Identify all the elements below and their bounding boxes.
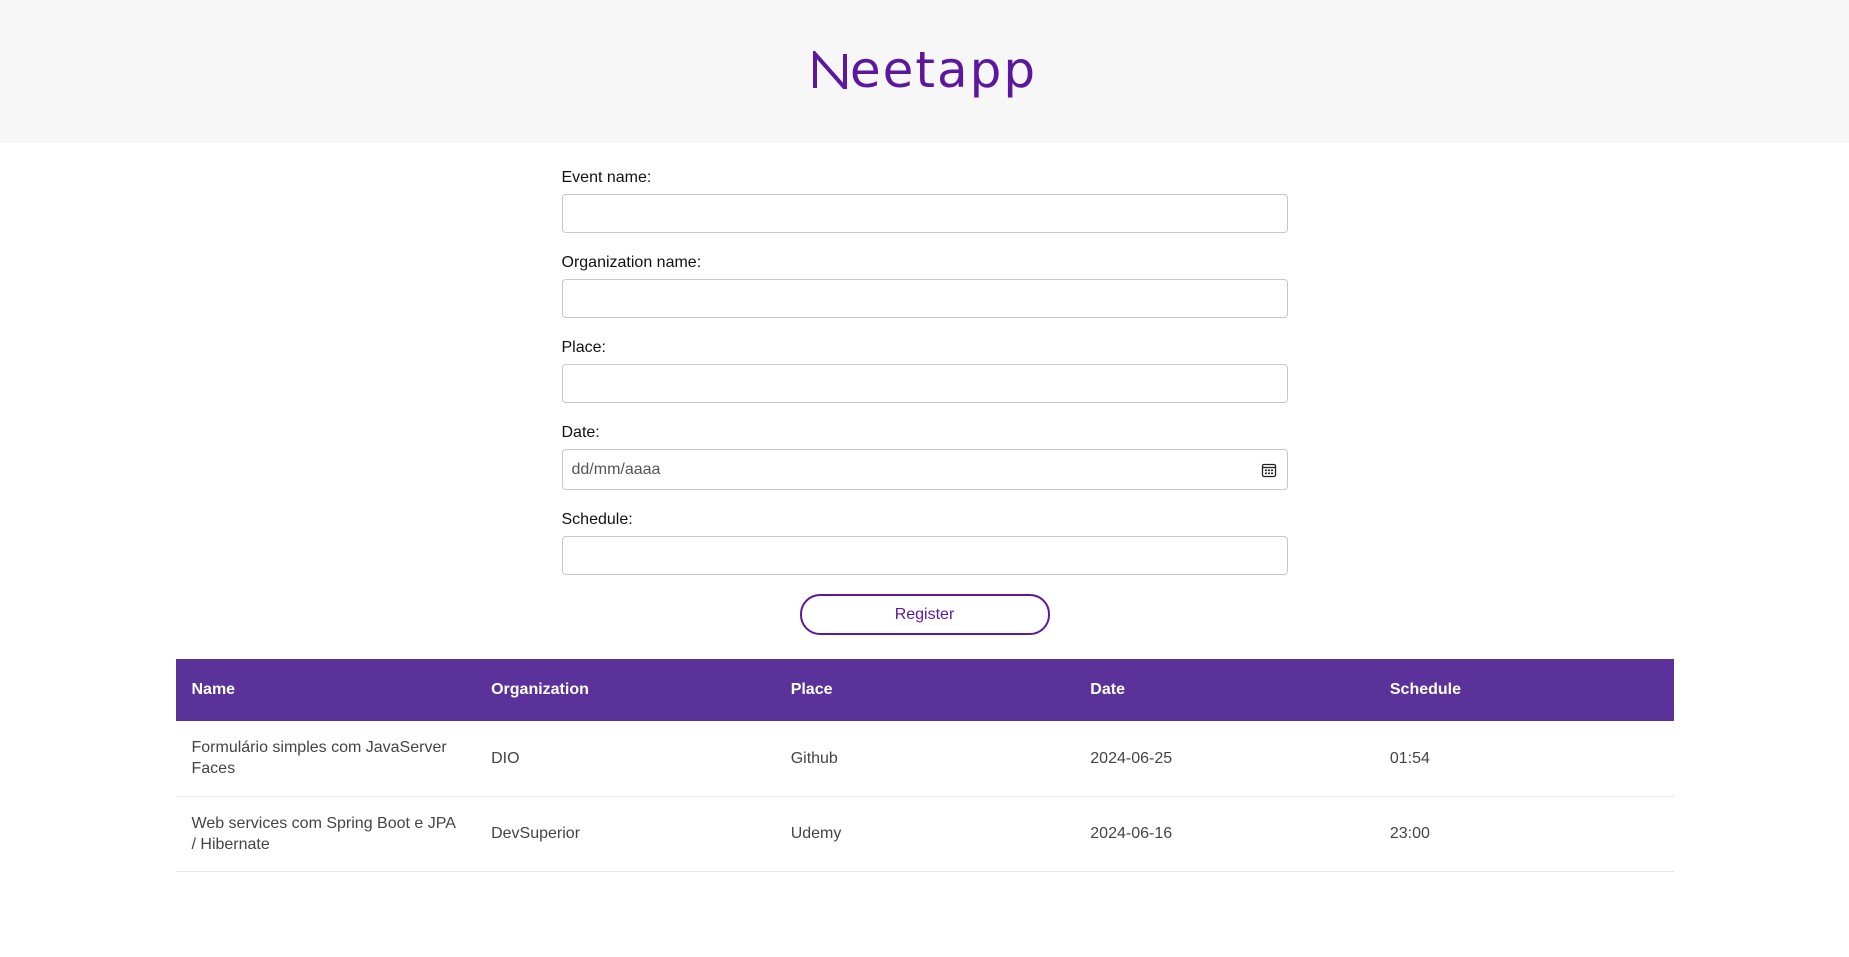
event-name-input[interactable]	[561, 194, 1288, 233]
column-header-schedule: Schedule	[1389, 681, 1462, 698]
cell-organization: DevSuperior	[475, 796, 775, 872]
register-button-wrap: Register	[562, 594, 1288, 635]
schedule-input[interactable]	[561, 536, 1288, 575]
cell-schedule: 23:00	[1373, 796, 1674, 872]
column-header-name: Name	[191, 681, 236, 698]
cell-name: Formulário simples com JavaServer Faces	[175, 721, 476, 797]
events-table: Name Organization Place Date Schedule Fo…	[175, 659, 1674, 872]
date-input[interactable]: dd/mm/aaaa	[561, 449, 1288, 490]
cell-name: Web services com Spring Boot e JPA / Hib…	[175, 796, 476, 872]
table-header-row: Name Organization Place Date Schedule	[175, 659, 1674, 721]
event-form: Event name: Organization name: Place: Da…	[561, 143, 1288, 635]
event-name-label: Event name:	[561, 169, 652, 186]
table-row: Web services com Spring Boot e JPA / Hib…	[175, 796, 1674, 872]
date-field: Date: dd/mm/aaaa	[561, 424, 1288, 490]
place-input[interactable]	[561, 364, 1288, 403]
place-field: Place:	[561, 339, 1288, 403]
organization-name-input[interactable]	[561, 279, 1288, 318]
cell-organization: DIO	[475, 721, 775, 797]
date-placeholder: dd/mm/aaaa	[571, 460, 661, 478]
events-table-wrap: Name Organization Place Date Schedule Fo…	[175, 659, 1674, 872]
logo-text: eetapp	[849, 40, 1038, 99]
cell-place: Github	[774, 721, 1075, 797]
column-header-organization: Organization	[491, 681, 589, 698]
place-label: Place:	[561, 339, 606, 356]
cell-date: 2024-06-16	[1074, 796, 1374, 872]
schedule-field: Schedule:	[561, 511, 1288, 575]
calendar-icon[interactable]	[1261, 462, 1277, 478]
schedule-label: Schedule:	[561, 511, 633, 528]
cell-place: Udemy	[774, 796, 1075, 872]
event-name-field: Event name:	[561, 169, 1288, 233]
column-header-place: Place	[790, 681, 833, 698]
app-header: eetapp	[0, 0, 1849, 143]
organization-name-label: Organization name:	[561, 254, 702, 271]
organization-name-field: Organization name:	[561, 254, 1288, 318]
meetapp-logo: eetapp	[812, 45, 1037, 95]
table-row: Formulário simples com JavaServer Faces …	[175, 721, 1674, 797]
date-label: Date:	[561, 424, 600, 441]
column-header-date: Date	[1090, 681, 1125, 698]
cell-schedule: 01:54	[1373, 721, 1674, 797]
cell-date: 2024-06-25	[1074, 721, 1374, 797]
register-button[interactable]: Register	[799, 594, 1050, 635]
logo-m-icon	[812, 50, 847, 89]
